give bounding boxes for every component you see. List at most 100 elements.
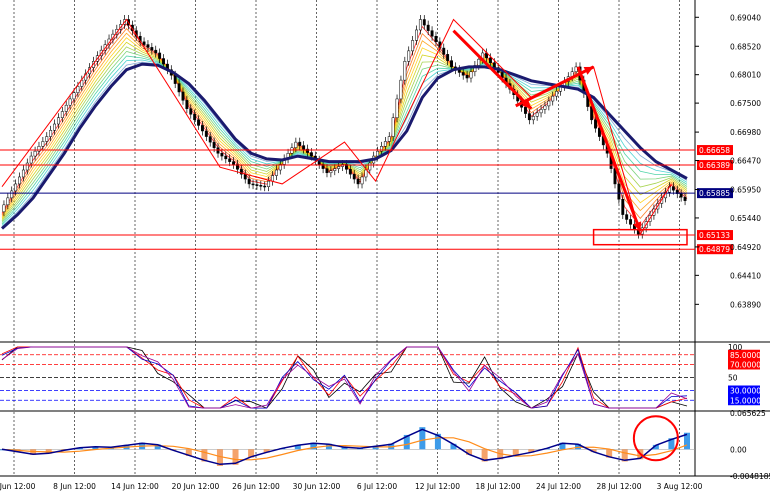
x-tick-label: 20 Jun 12:00 — [172, 482, 220, 491]
candle-body — [56, 117, 60, 125]
candle-body — [477, 58, 481, 66]
candle-body — [461, 72, 465, 76]
candle-body — [255, 184, 259, 186]
candle-body — [547, 100, 551, 107]
candle-body — [177, 83, 181, 93]
candle-body — [555, 91, 559, 97]
candle-body — [224, 155, 228, 160]
y-tick-label: 0.64920 — [730, 243, 761, 252]
y-tick-label: 0.66470 — [730, 157, 761, 166]
candle-body — [181, 91, 185, 101]
candle-body — [403, 61, 407, 81]
candle-body — [407, 50, 411, 62]
candle-body — [18, 176, 21, 185]
candle-body — [173, 74, 177, 84]
y-tick-label: 0.65950 — [730, 186, 761, 195]
oscillator-level-label: 85.0000 — [730, 351, 761, 360]
candle-body — [469, 71, 473, 79]
candle-body — [10, 190, 14, 199]
macd-y-tick-label: -0.0048185 — [730, 472, 770, 481]
candle-body — [228, 158, 232, 162]
candle-body — [25, 162, 29, 171]
candle-body — [551, 95, 555, 102]
candle-body — [329, 170, 333, 174]
candle-body — [531, 116, 535, 121]
price-tag-label: 0.66658 — [699, 146, 730, 155]
candle-body — [72, 92, 76, 100]
candle-body — [399, 79, 403, 100]
candle-body — [33, 150, 37, 157]
candle-body — [263, 185, 267, 188]
x-tick-label: 12 Jul 12:00 — [415, 482, 460, 491]
candle-body — [197, 119, 200, 126]
x-tick-label: 8 Jun 12:00 — [53, 482, 96, 491]
candle-body — [204, 130, 208, 137]
candle-body — [267, 180, 271, 187]
candle-body — [200, 125, 204, 132]
candle-body — [434, 35, 438, 43]
candle-body — [368, 162, 372, 171]
price-tag-label: 0.64879 — [699, 245, 730, 254]
x-tick-label: 3 Aug 12:00 — [657, 482, 703, 491]
candle-body — [348, 169, 352, 175]
y-tick-label: 0.63890 — [730, 300, 761, 309]
candle-body — [68, 98, 72, 106]
candle-body — [142, 41, 146, 45]
oscillator-level-label: 50 — [728, 374, 738, 383]
macd-y-tick-label: 0.065625 — [730, 409, 766, 418]
candle-body — [333, 168, 337, 171]
x-tick-label: 30 Jun 12:00 — [293, 482, 341, 491]
candle-body — [49, 130, 53, 137]
candle-body — [14, 183, 18, 192]
candle-body — [492, 62, 496, 68]
candle-body — [671, 186, 675, 191]
candle-body — [247, 178, 251, 185]
candle-body — [446, 54, 450, 61]
candle-body — [302, 145, 306, 150]
candle-body — [325, 168, 329, 174]
candle-body — [594, 119, 597, 129]
candle-body — [193, 114, 197, 121]
candle-body — [411, 40, 415, 52]
candle-body — [535, 112, 539, 117]
candle-body — [360, 176, 364, 185]
candle-body — [41, 141, 45, 147]
candle-body — [146, 44, 150, 48]
y-tick-label: 0.65440 — [730, 214, 761, 223]
price-tag-label: 0.65885 — [699, 189, 730, 198]
candle-body — [243, 173, 247, 180]
x-tick-label: 18 Jul 12:00 — [476, 482, 521, 491]
y-tick-label: 0.67500 — [730, 99, 761, 108]
candle-body — [60, 111, 64, 118]
candle-body — [387, 136, 391, 142]
candle-body — [617, 183, 621, 200]
candle-body — [2, 204, 6, 213]
candle-body — [45, 136, 49, 142]
oscillator-level-label: 30.0000 — [730, 387, 761, 396]
candle-body — [76, 86, 80, 93]
candle-body — [376, 150, 380, 157]
candle-body — [539, 109, 543, 114]
macd-y-tick-label: 0.00 — [730, 445, 747, 454]
candle-body — [53, 123, 56, 131]
candle-body — [6, 197, 10, 206]
oscillator-level-label: 70.0000 — [730, 361, 761, 370]
candle-body — [629, 219, 633, 225]
candle-body — [259, 185, 263, 187]
candle-body — [364, 169, 368, 178]
candle-body — [527, 113, 531, 121]
candle-body — [220, 153, 224, 157]
oscillator-top-label: 100 — [728, 343, 743, 352]
candle-body — [352, 173, 356, 180]
candle-body — [415, 29, 418, 41]
candle-body — [489, 57, 492, 63]
x-tick-label: 4 Jun 12:00 — [0, 482, 36, 491]
candle-body — [154, 49, 158, 54]
candle-body — [465, 74, 469, 79]
candle-body — [422, 19, 426, 26]
y-tick-label: 0.68520 — [730, 42, 761, 51]
candle-body — [418, 19, 422, 31]
candle-body — [679, 193, 683, 198]
candle-body — [524, 107, 527, 114]
candle-body — [232, 161, 236, 165]
